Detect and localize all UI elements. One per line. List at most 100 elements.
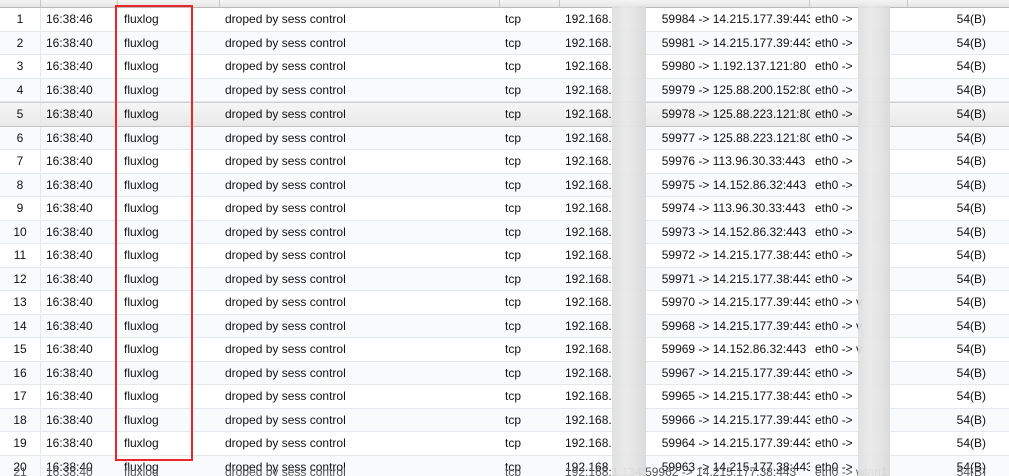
redaction-blur-interface xyxy=(858,6,890,476)
row-size: 54(B) xyxy=(956,295,986,309)
row-message: droped by sess control xyxy=(225,224,346,239)
row-source: fluxlog xyxy=(124,177,159,192)
row-connection-dest: 59979 -> 125.88.200.152:80 xyxy=(661,82,810,97)
column-header-protocol[interactable] xyxy=(500,0,560,7)
column-header-source[interactable] xyxy=(118,0,220,7)
row-protocol: tcp xyxy=(505,389,522,403)
row-index: 9 xyxy=(0,197,41,219)
row-time: 16:38:40 xyxy=(46,389,93,403)
row-connection: 192.168. 59976 -> 113.96.30.33:443 xyxy=(560,150,810,172)
row-connection: 192.168. 59969 -> 14.152.86.32:443 xyxy=(560,338,810,360)
row-message: droped by sess control xyxy=(225,59,346,73)
row-index: 3 xyxy=(0,55,41,77)
row-connection-dest: 59980 -> 1.192.137.121:80 xyxy=(661,59,807,73)
row-message: droped by sess control xyxy=(225,12,346,26)
row-protocol: tcp xyxy=(505,465,522,476)
row-protocol: tcp xyxy=(505,59,522,73)
row-time: 16:38:40 xyxy=(46,82,93,97)
row-size: 54(B) xyxy=(956,365,986,380)
row-source: fluxlog xyxy=(124,59,159,73)
row-message: droped by sess control xyxy=(225,436,346,450)
column-header-index[interactable] xyxy=(0,0,41,7)
row-connection-source: 192.168. xyxy=(565,107,612,121)
row-connection-source: 192.168. xyxy=(565,12,612,26)
row-time: 16:38:40 xyxy=(46,201,93,215)
row-size: 54(B) xyxy=(956,248,986,262)
row-size: 54(B) xyxy=(956,35,986,50)
row-index: 21 xyxy=(0,461,41,476)
row-protocol: tcp xyxy=(505,436,522,450)
row-protocol: tcp xyxy=(505,365,522,380)
row-connection: 192.168. 59977 -> 125.88.223.121:80 xyxy=(560,127,810,149)
row-time: 16:38:40 xyxy=(46,154,93,168)
row-message: droped by sess control xyxy=(225,465,346,476)
row-connection-source: 192.168. xyxy=(565,130,612,145)
row-message: droped by sess control xyxy=(225,107,346,121)
row-protocol: tcp xyxy=(505,248,522,262)
row-time: 16:38:40 xyxy=(46,271,93,286)
row-protocol: tcp xyxy=(505,295,522,309)
row-connection-dest: 59975 -> 14.152.86.32:443 xyxy=(661,177,807,192)
row-connection-source: 192.168. xyxy=(565,318,612,333)
row-connection-dest: 59978 -> 125.88.223.121:80 xyxy=(661,107,810,121)
row-source: fluxlog xyxy=(124,318,159,333)
row-time: 16:38:46 xyxy=(46,12,93,26)
column-header-message[interactable] xyxy=(220,0,500,7)
row-protocol: tcp xyxy=(505,107,522,121)
row-size: 54(B) xyxy=(956,389,986,403)
row-connection-source: 192.168. xyxy=(565,365,612,380)
row-connection: 192.168.1.134:59962 -> 14.215.177.38:443 xyxy=(565,465,797,476)
row-connection-source: 192.168. xyxy=(565,82,612,97)
row-connection-dest: 59977 -> 125.88.223.121:80 xyxy=(661,130,810,145)
redaction-blur-ip xyxy=(612,6,646,476)
row-message: droped by sess control xyxy=(225,154,346,168)
row-connection: 192.168. 59981 -> 14.215.177.39:443 xyxy=(560,32,810,54)
row-message: droped by sess control xyxy=(225,295,346,309)
row-source: fluxlog xyxy=(124,248,159,262)
row-protocol: tcp xyxy=(505,130,522,145)
row-protocol: tcp xyxy=(505,224,522,239)
row-source: fluxlog xyxy=(124,412,159,427)
row-size: 54(B) xyxy=(956,82,986,97)
row-protocol: tcp xyxy=(505,271,522,286)
row-connection-source: 192.168. xyxy=(565,412,612,427)
row-connection-dest: 59984 -> 14.215.177.39:443 xyxy=(661,12,810,26)
row-connection-dest: 59973 -> 14.152.86.32:443 xyxy=(661,224,807,239)
row-size: 54(B) xyxy=(956,201,986,215)
row-time: 16:38:40 xyxy=(46,318,93,333)
row-size: 54(B) xyxy=(956,342,986,356)
row-connection-dest: 59970 -> 14.215.177.39:443 xyxy=(661,295,810,309)
row-message: droped by sess control xyxy=(225,318,346,333)
column-header-connection[interactable] xyxy=(560,0,810,7)
row-message: droped by sess control xyxy=(225,35,346,50)
row-connection-dest: 59976 -> 113.96.30.33:443 xyxy=(661,154,806,168)
row-source: fluxlog xyxy=(124,82,159,97)
row-connection: 192.168. 59971 -> 14.215.177.38:443 xyxy=(560,268,810,290)
row-connection-source: 192.168. xyxy=(565,295,612,309)
row-size: 54(B) xyxy=(956,107,986,121)
row-source: fluxlog xyxy=(124,295,159,309)
row-time: 16:38:40 xyxy=(46,295,93,309)
row-index: 1 xyxy=(0,8,41,30)
row-size: 54(B) xyxy=(956,59,986,73)
row-index: 7 xyxy=(0,150,41,172)
column-header-time[interactable] xyxy=(41,0,118,7)
row-time: 16:38:40 xyxy=(46,436,93,450)
row-connection: 192.168. 59964 -> 14.215.177.39:443 xyxy=(560,432,810,454)
row-index: 19 xyxy=(0,432,41,454)
row-source: fluxlog xyxy=(124,436,159,450)
row-connection-source: 192.168. xyxy=(565,177,612,192)
row-index: 13 xyxy=(0,291,41,313)
row-index: 5 xyxy=(0,103,41,125)
row-connection-source: 192.168. xyxy=(565,201,612,215)
row-message: droped by sess control xyxy=(225,412,346,427)
row-connection: 192.168. 59979 -> 125.88.200.152:80 xyxy=(560,79,810,101)
column-header-size[interactable] xyxy=(908,0,1009,7)
row-connection-source: 192.168. xyxy=(565,271,612,286)
row-index: 12 xyxy=(0,267,41,290)
row-size: 54(B) xyxy=(956,154,986,168)
row-time: 16:38:40 xyxy=(46,365,93,380)
row-source: fluxlog xyxy=(124,130,159,145)
row-protocol: tcp xyxy=(505,177,522,192)
row-connection: 192.168. 59970 -> 14.215.177.39:443 xyxy=(560,291,810,313)
